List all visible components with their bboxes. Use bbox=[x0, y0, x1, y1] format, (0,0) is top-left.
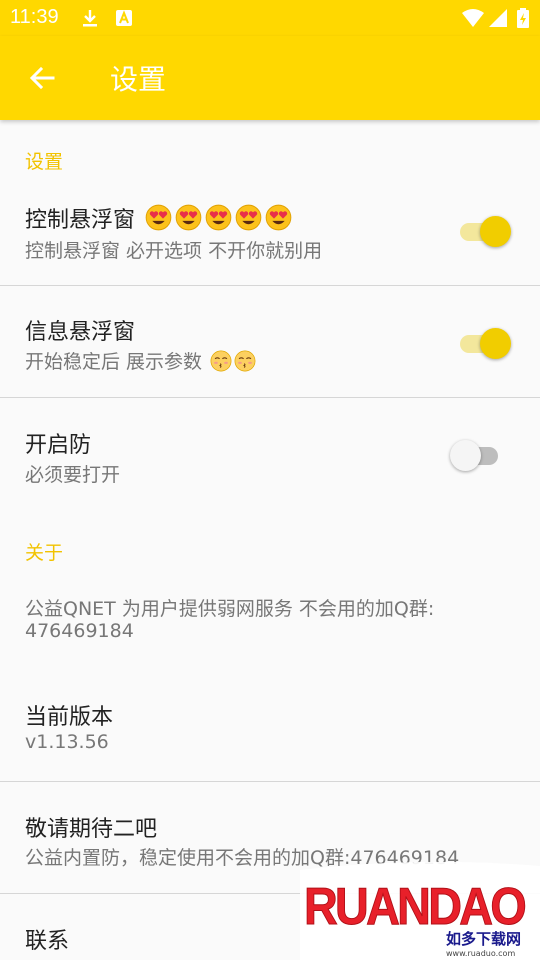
status-time: 11:39 bbox=[10, 6, 59, 28]
about-info-line1: 公益QNET 为用户提供弱网服务 不会用的加Q群: bbox=[25, 598, 435, 620]
pref-float-control-title-row: 控制悬浮窗 bbox=[25, 202, 292, 234]
kissing-face-emoji-icon bbox=[210, 350, 232, 372]
divider bbox=[0, 285, 540, 286]
pref-coming-title: 敬请期待二吧 bbox=[25, 817, 158, 842]
status-bar: 11:39 bbox=[0, 0, 540, 36]
download-icon bbox=[83, 10, 97, 27]
heart-eyes-emoji-icon bbox=[235, 204, 262, 231]
page-title: 设置 bbox=[110, 63, 167, 96]
switch-thumb bbox=[480, 216, 511, 247]
float-info-switch[interactable] bbox=[460, 326, 511, 359]
heart-eyes-emoji-icon bbox=[205, 204, 232, 231]
divider bbox=[0, 397, 540, 398]
float-control-switch[interactable] bbox=[460, 214, 511, 247]
kissing-face-emoji-icon bbox=[234, 350, 256, 372]
kissing-emoji-group bbox=[208, 350, 256, 373]
pref-float-control-title: 控制悬浮窗 bbox=[25, 208, 136, 233]
category-about: 关于 bbox=[25, 542, 64, 564]
about-info-line2: 476469184 bbox=[25, 620, 134, 642]
back-arrow-icon[interactable] bbox=[26, 62, 58, 94]
heart-eyes-emoji-group bbox=[142, 204, 292, 233]
pref-float-info-summary-row: 开始稳定后 展示参数 bbox=[25, 347, 256, 374]
watermark-brand: RUANDAO bbox=[304, 878, 525, 936]
watermark-url: www.ruaduo.com bbox=[446, 949, 515, 958]
switch-thumb bbox=[480, 328, 511, 359]
category-settings: 设置 bbox=[25, 151, 64, 173]
pref-version-summary: v1.13.56 bbox=[25, 731, 109, 753]
pref-float-info-title: 信息悬浮窗 bbox=[25, 320, 136, 345]
text-a-icon bbox=[116, 10, 132, 26]
signal-icon bbox=[489, 9, 507, 27]
wifi-icon bbox=[462, 9, 484, 27]
pref-float-info-summary: 开始稳定后 展示参数 bbox=[25, 351, 203, 373]
pref-float-control-summary: 控制悬浮窗 必开选项 不开你就别用 bbox=[25, 240, 323, 262]
app-bar: 设置 bbox=[0, 36, 540, 120]
pref-contact-title: 联系 bbox=[25, 929, 70, 954]
battery-icon bbox=[517, 8, 529, 28]
heart-eyes-emoji-icon bbox=[265, 204, 292, 231]
heart-eyes-emoji-icon bbox=[175, 204, 202, 231]
ruandao-watermark-logo: RUANDAO 如多下载网 www.ruaduo.com bbox=[300, 862, 540, 960]
pref-protection-title: 开启防 bbox=[25, 433, 92, 458]
protection-switch[interactable] bbox=[450, 438, 502, 471]
pref-protection-summary: 必须要打开 bbox=[25, 464, 121, 486]
watermark-subtitle: 如多下载网 bbox=[446, 930, 521, 948]
pref-version-title: 当前版本 bbox=[25, 705, 114, 730]
heart-eyes-emoji-icon bbox=[145, 204, 172, 231]
switch-thumb bbox=[450, 440, 481, 471]
divider bbox=[0, 781, 540, 782]
